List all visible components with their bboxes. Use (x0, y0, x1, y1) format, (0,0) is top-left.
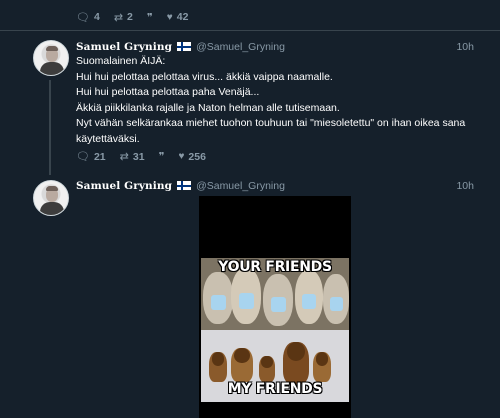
retweet-count: 31 (132, 150, 145, 163)
sheep-shape (323, 274, 349, 324)
lion-mane-shape (286, 342, 306, 361)
avatar-hair-shape (46, 186, 58, 191)
tweet-text-line: Nyt vähän selkärankaa miehet tuohon touh… (76, 117, 466, 129)
sheep-shape (295, 270, 323, 324)
lion-shape (231, 348, 253, 382)
avatar-body-shape (40, 202, 64, 215)
lion-shape (283, 342, 309, 384)
quote-icon: ❞ (146, 11, 153, 24)
meme-sheep-panel: YOUR FRIENDS (201, 258, 349, 330)
quote-button[interactable]: ❞ (147, 11, 153, 24)
lion-shape (313, 352, 331, 382)
avatar-body-shape (40, 62, 64, 75)
sheep-shape (231, 268, 261, 324)
meme-bottom-caption: MY FRIENDS (227, 381, 323, 397)
meme-top-caption: YOUR FRIENDS (218, 259, 332, 275)
tweet-media[interactable]: YOUR FRIENDS MY FRIENDS (199, 196, 351, 418)
retweet-icon: ⇄ (119, 151, 129, 163)
lion-mane-shape (211, 352, 225, 366)
author-handle[interactable]: @Samuel_Gryning (196, 180, 285, 192)
retweet-icon: ⇄ (113, 11, 124, 24)
previous-tweet-actions: 🗨 4 ⇄ 2 ❞ ♥ 42 (76, 9, 188, 25)
tweet-timestamp[interactable]: 10h (456, 41, 474, 53)
tweet-text: Suomalainen ÄIJÄ: Hui hui pelottaa pelot… (76, 54, 476, 147)
author-name[interactable]: Samuel Gryning (76, 41, 172, 53)
tweet-text-line: Hui hui pelottaa pelottaa paha Venäjä... (76, 86, 260, 98)
timeline-feed: 🗨 4 ⇄ 2 ❞ ♥ 42 Samuel Gryning @Samuel_Gr… (0, 0, 500, 418)
tweet-text-line: Suomalainen ÄIJÄ: (76, 55, 166, 67)
author-name[interactable]: Samuel Gryning (76, 180, 172, 192)
reply-count: 4 (93, 11, 100, 23)
lion-mane-shape (234, 348, 250, 364)
lion-mane-shape (261, 356, 273, 368)
heart-icon: ♥ (166, 11, 173, 23)
retweet-button[interactable]: ⇄ 31 (119, 150, 145, 164)
like-button[interactable]: ♥ 256 (178, 151, 205, 163)
tweet-text-line: Hui hui pelottaa pelottaa virus... äkkiä… (76, 70, 333, 83)
quote-icon: ❞ (158, 151, 165, 163)
tweet-timestamp[interactable]: 10h (456, 180, 474, 192)
reply-count: 21 (93, 150, 106, 163)
tweet-actions: 🗨 21 ⇄ 31 ❞ ♥ 256 (76, 150, 206, 164)
reply-icon: 🗨 (76, 151, 90, 163)
tweet-text-line: käytettäväksi. (76, 132, 140, 145)
heart-icon: ♥ (178, 151, 185, 162)
reply-icon: 🗨 (76, 11, 90, 24)
reply-button[interactable]: 🗨 4 (76, 11, 100, 24)
face-mask-shape (270, 297, 286, 312)
face-mask-shape (238, 293, 254, 309)
meme-image: YOUR FRIENDS MY FRIENDS (201, 258, 349, 402)
finland-flag-icon (177, 42, 192, 51)
lion-mane-shape (315, 352, 329, 366)
avatar[interactable] (33, 40, 69, 76)
like-count: 42 (176, 11, 189, 23)
sheep-shape (203, 272, 233, 324)
reply-button[interactable]: 🗨 21 (76, 150, 106, 164)
face-mask-shape (302, 294, 316, 310)
author-handle[interactable]: @Samuel_Gryning (196, 41, 285, 53)
sheep-shape (263, 274, 293, 326)
quote-button[interactable]: ❞ (159, 150, 165, 163)
lion-shape (209, 352, 227, 382)
avatar[interactable] (33, 180, 69, 216)
tweet-header: Samuel Gryning @Samuel_Gryning (76, 41, 285, 53)
like-button[interactable]: ♥ 42 (167, 11, 189, 23)
finland-flag-icon (177, 181, 192, 190)
meme-lions-panel: MY FRIENDS (201, 330, 349, 402)
lion-shape (259, 356, 275, 382)
retweet-button[interactable]: ⇄ 2 (114, 11, 133, 24)
avatar-hair-shape (46, 46, 58, 51)
retweet-count: 2 (127, 11, 133, 23)
tweet-divider (0, 30, 500, 31)
tweet-text-line: Äkkiä piikkilanka rajalle ja Naton helma… (76, 101, 340, 114)
thread-connector-line (49, 80, 51, 175)
like-count: 256 (188, 150, 206, 163)
face-mask-shape (210, 295, 226, 310)
face-mask-shape (329, 296, 343, 311)
tweet-header: Samuel Gryning @Samuel_Gryning (76, 180, 285, 192)
